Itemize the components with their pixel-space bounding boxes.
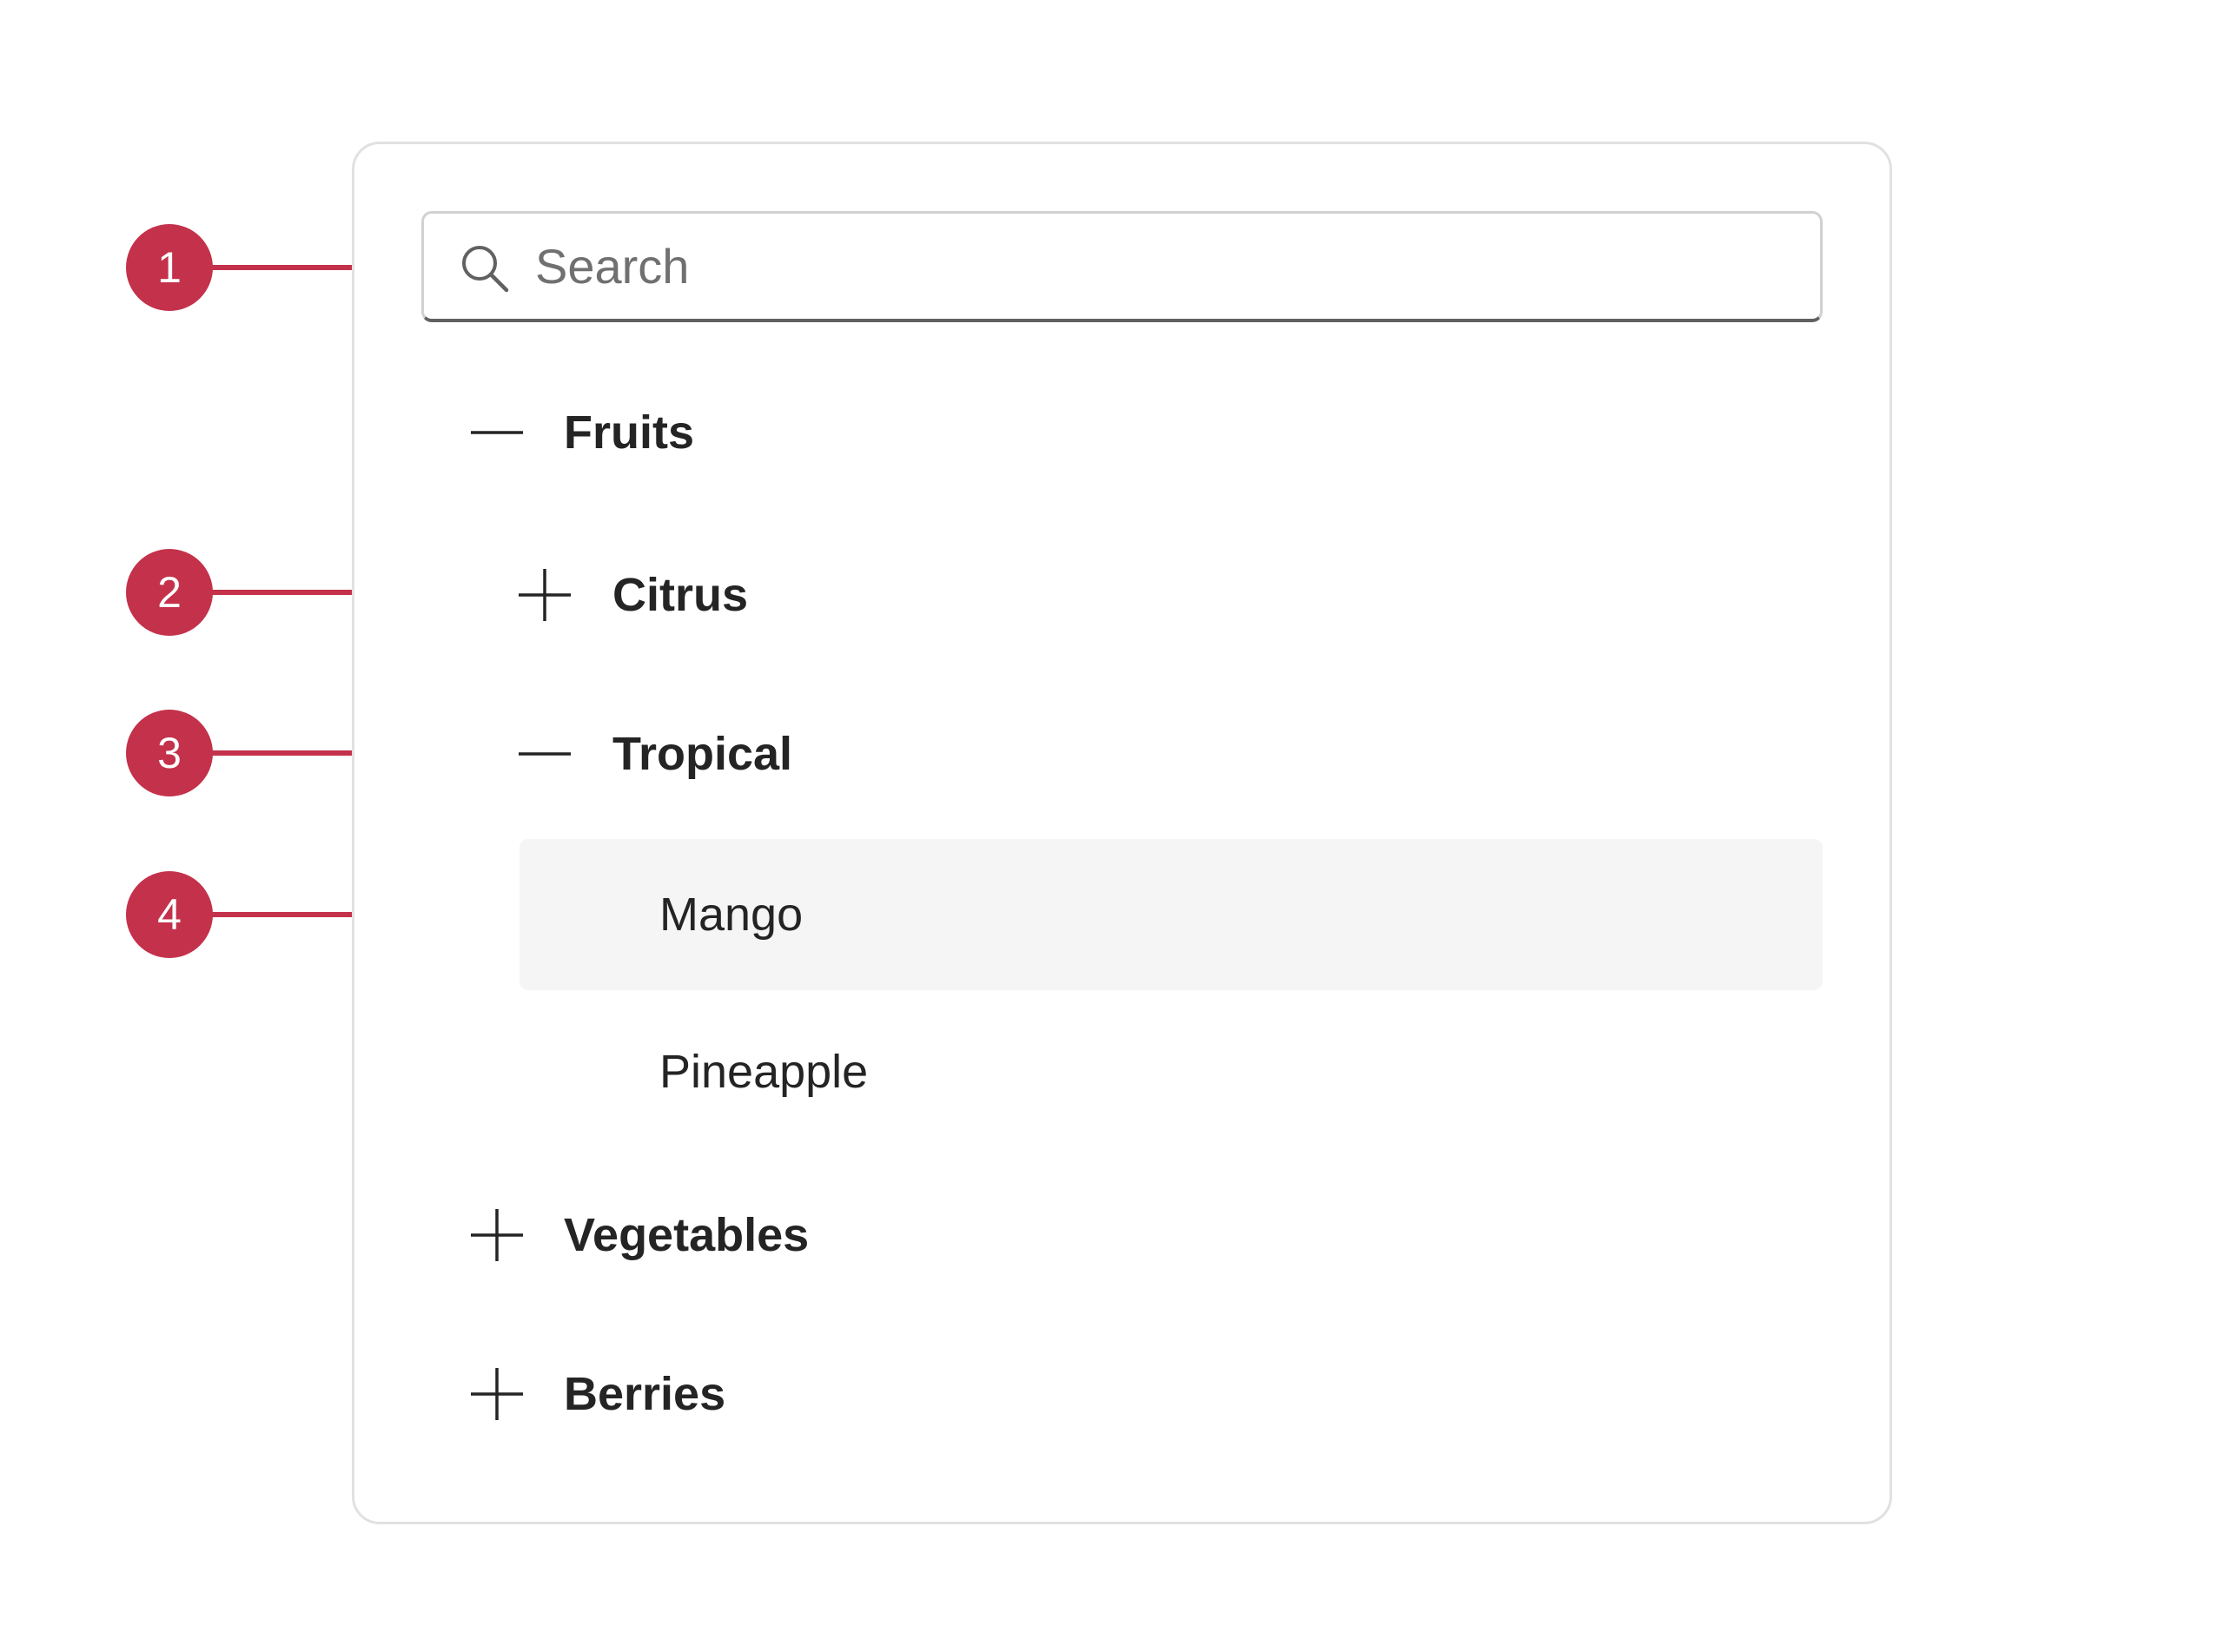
tree-item-mango[interactable]: Mango bbox=[520, 839, 1823, 990]
tree-item-label: Mango bbox=[659, 889, 804, 941]
tree-item-tropical[interactable]: Tropical bbox=[517, 710, 792, 797]
tree-card bbox=[352, 142, 1892, 1524]
tree-item-label: Citrus bbox=[612, 569, 749, 621]
tree-item-vegetables[interactable]: Vegetables bbox=[469, 1192, 809, 1279]
tree-item-label: Berries bbox=[564, 1368, 726, 1420]
tree-item-berries[interactable]: Berries bbox=[469, 1351, 725, 1437]
search-icon bbox=[462, 246, 509, 293]
plus-icon[interactable] bbox=[469, 1207, 525, 1263]
tree-item-label: Pineapple bbox=[659, 1046, 869, 1098]
search-input[interactable] bbox=[535, 229, 1786, 302]
tree-item-pineapple[interactable]: Pineapple bbox=[520, 1028, 1823, 1115]
minus-icon[interactable] bbox=[469, 405, 525, 460]
tree-item-label: Tropical bbox=[612, 728, 793, 780]
callout-badge: 4 bbox=[126, 871, 213, 958]
tree-item-citrus[interactable]: Citrus bbox=[517, 552, 748, 638]
search-box[interactable] bbox=[421, 211, 1823, 322]
callout-badge: 3 bbox=[126, 710, 213, 796]
plus-icon[interactable] bbox=[517, 567, 573, 623]
callout-badge: 1 bbox=[126, 224, 213, 311]
tree-item-label: Fruits bbox=[564, 406, 695, 459]
tree-item-label: Vegetables bbox=[564, 1209, 810, 1261]
plus-icon[interactable] bbox=[469, 1366, 525, 1422]
tree-item-fruits[interactable]: Fruits bbox=[469, 389, 694, 476]
minus-icon[interactable] bbox=[517, 726, 573, 782]
callout-badge: 2 bbox=[126, 549, 213, 636]
